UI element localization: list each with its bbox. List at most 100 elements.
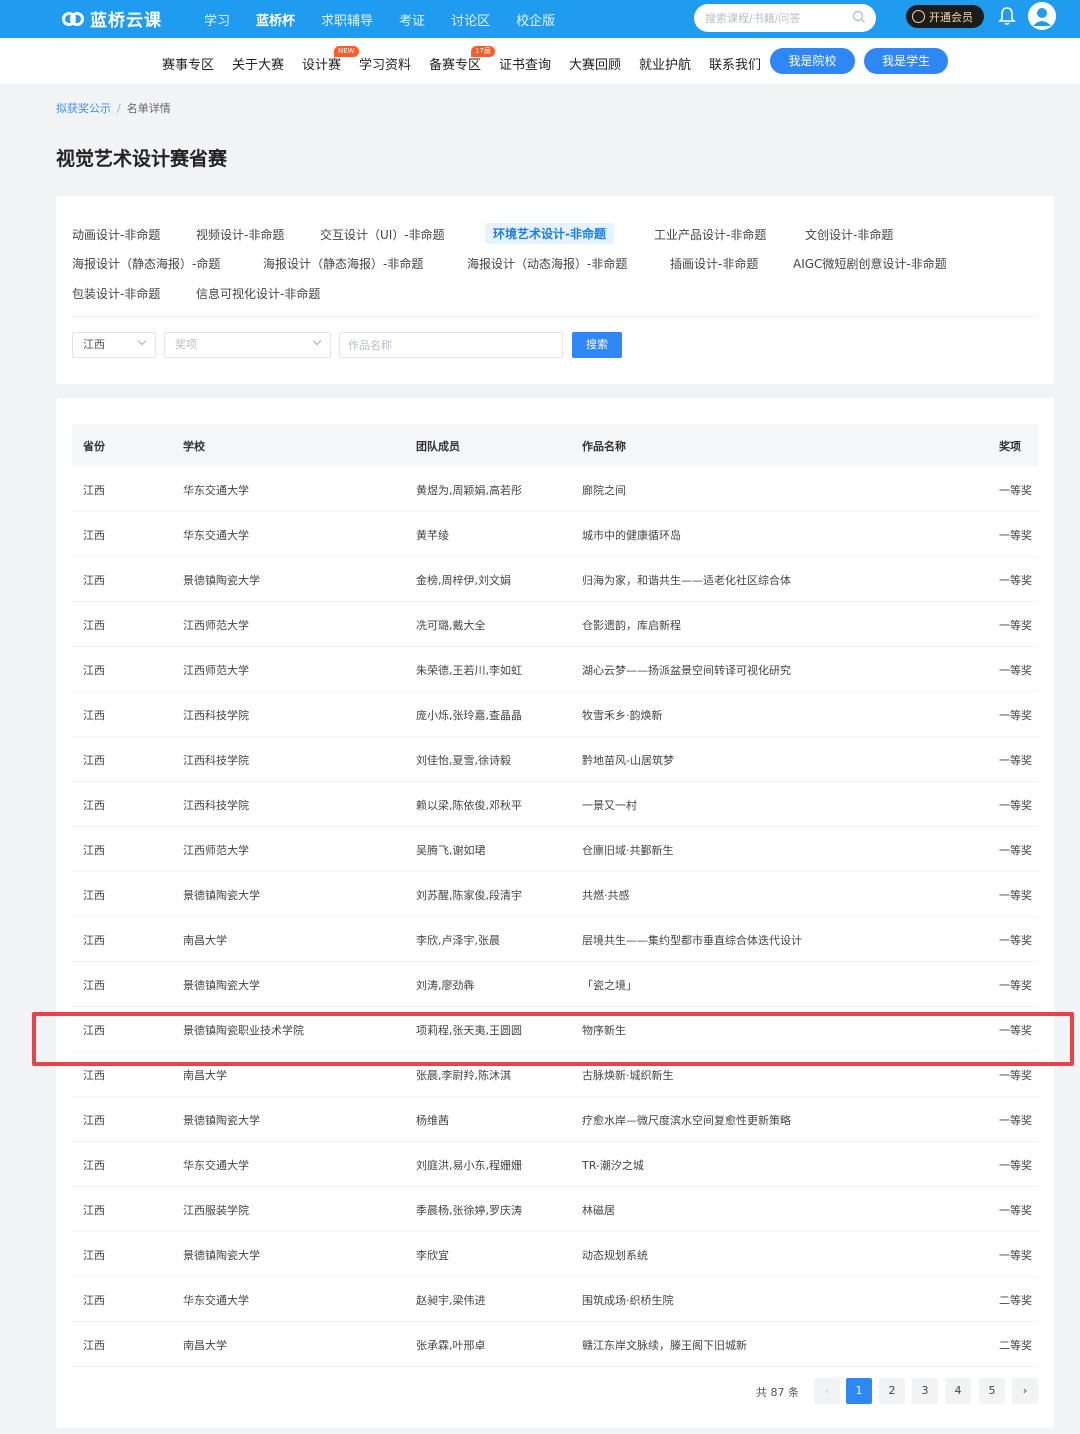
breadcrumb-parent[interactable]: 拟获奖公示 bbox=[56, 102, 111, 115]
header-team: 团队成员 bbox=[416, 440, 460, 453]
cell-award: 一等奖 bbox=[999, 754, 1032, 767]
chevron-down-icon bbox=[312, 336, 322, 346]
table-header: 省份 学校 团队成员 作品名称 奖项 bbox=[72, 424, 1038, 466]
province-select[interactable]: 江西 bbox=[72, 332, 156, 358]
table-row: 江西 景德镇陶瓷大学 李欣宜 动态规划系统 一等奖 bbox=[72, 1232, 1038, 1277]
school-button[interactable]: 我是院校 bbox=[770, 48, 855, 74]
subnav-materials[interactable]: 学习资料 bbox=[359, 54, 411, 73]
award-select-placeholder: 奖项 bbox=[175, 338, 197, 351]
category-tab[interactable]: 包装设计-非命题 bbox=[72, 285, 160, 302]
page-2-button[interactable]: 2 bbox=[879, 1378, 905, 1404]
cell-award: 一等奖 bbox=[999, 529, 1032, 542]
cell-award: 一等奖 bbox=[999, 574, 1032, 587]
page-1-button[interactable]: 1 bbox=[846, 1378, 872, 1404]
cell-team: 李欣宜 bbox=[416, 1249, 449, 1262]
student-button[interactable]: 我是学生 bbox=[864, 48, 948, 74]
cell-team: 朱荣德,王若川,李如虹 bbox=[416, 664, 522, 677]
page-5-button[interactable]: 5 bbox=[979, 1378, 1005, 1404]
subnav-competition-zone[interactable]: 赛事专区 bbox=[162, 54, 214, 73]
work-name-input[interactable] bbox=[339, 332, 563, 358]
table-row: 江西 南昌大学 张晨,李尉羚,陈沐淇 古脉焕新·城织新生 一等奖 bbox=[72, 1052, 1038, 1097]
subnav-about[interactable]: 关于大赛 bbox=[232, 54, 284, 73]
total-count: 共 87 条 bbox=[756, 1386, 799, 1399]
subnav-contact[interactable]: 联系我们 bbox=[709, 54, 761, 73]
table-row: 江西 华东交通大学 黄芊绫 城市中的健康循环岛 一等奖 bbox=[72, 512, 1038, 557]
table-row: 江西 江西科技学院 刘佳怡,夏雪,徐诗毅 黔地苗风-山居筑梦 一等奖 bbox=[72, 737, 1038, 782]
logo[interactable]: 蓝桥云课 bbox=[62, 6, 162, 31]
cell-award: 一等奖 bbox=[999, 1024, 1032, 1037]
top-nav: 学习 蓝桥杯 求职辅导 考证 讨论区 校企版 bbox=[204, 0, 581, 38]
subnav-review[interactable]: 大赛回顾 bbox=[569, 54, 621, 73]
cell-award: 一等奖 bbox=[999, 889, 1032, 902]
cell-province: 江西 bbox=[83, 1159, 105, 1172]
cell-work: 林磁居 bbox=[582, 1204, 615, 1217]
table-row: 江西 景德镇陶瓷职业技术学院 项莉程,张天夷,王圆圆 物序新生 一等奖 bbox=[72, 1007, 1038, 1052]
cell-award: 一等奖 bbox=[999, 619, 1032, 632]
search-button[interactable]: 搜索 bbox=[572, 332, 622, 358]
top-nav-lanqiao-cup[interactable]: 蓝桥杯 bbox=[256, 10, 295, 29]
cell-work: 古脉焕新·城织新生 bbox=[582, 1069, 674, 1082]
cell-team: 杨维茜 bbox=[416, 1114, 449, 1127]
cell-province: 江西 bbox=[83, 934, 105, 947]
category-tab-active[interactable]: 环境艺术设计-非命题 bbox=[485, 223, 614, 244]
cell-school: 江西科技学院 bbox=[183, 709, 249, 722]
award-select[interactable]: 奖项 bbox=[164, 332, 331, 358]
avatar[interactable] bbox=[1028, 2, 1056, 30]
category-tab[interactable]: 工业产品设计-非命题 bbox=[654, 226, 766, 243]
logo-icon bbox=[62, 9, 86, 29]
subnav-prep-zone[interactable]: 备赛专区 17届 bbox=[429, 46, 495, 73]
cell-award: 一等奖 bbox=[999, 934, 1032, 947]
category-tab[interactable]: 信息可视化设计-非命题 bbox=[196, 285, 320, 302]
search-icon[interactable] bbox=[852, 10, 866, 24]
cell-award: 一等奖 bbox=[999, 979, 1032, 992]
category-tab[interactable]: 插画设计-非命题 bbox=[670, 255, 758, 272]
cell-work: 黔地苗风-山居筑梦 bbox=[582, 754, 674, 767]
cell-work: 湖心云梦——扬派盆景空间转译可视化研究 bbox=[582, 664, 791, 677]
cell-province: 江西 bbox=[83, 619, 105, 632]
page-4-button[interactable]: 4 bbox=[945, 1378, 971, 1404]
cell-team: 吴腾飞,谢如珺 bbox=[416, 844, 486, 857]
cell-team: 刘佳怡,夏雪,徐诗毅 bbox=[416, 754, 511, 767]
page-3-button[interactable]: 3 bbox=[912, 1378, 938, 1404]
global-search-input[interactable] bbox=[705, 4, 845, 32]
chevron-down-icon bbox=[137, 336, 147, 346]
global-search bbox=[694, 4, 876, 32]
cell-work: 城市中的健康循环岛 bbox=[582, 529, 681, 542]
category-tab[interactable]: 海报设计（静态海报）-非命题 bbox=[263, 255, 423, 272]
category-tab[interactable]: 动画设计-非命题 bbox=[72, 226, 160, 243]
subnav-design-contest[interactable]: 设计赛 NEW bbox=[302, 46, 359, 73]
cell-award: 一等奖 bbox=[999, 1159, 1032, 1172]
cell-province: 江西 bbox=[83, 1114, 105, 1127]
cell-award: 一等奖 bbox=[999, 484, 1032, 497]
category-tab[interactable]: 海报设计（动态海报）-非命题 bbox=[467, 255, 627, 272]
category-tab[interactable]: 交互设计（UI）-非命题 bbox=[320, 226, 445, 243]
cell-work: 牧雪禾乡·韵焕新 bbox=[582, 709, 663, 722]
table-row: 江西 江西师范大学 朱荣德,王若川,李如虹 湖心云梦——扬派盆景空间转译可视化研究 一等… bbox=[72, 647, 1038, 692]
cell-work: 归海为家，和谐共生——适老化社区综合体 bbox=[582, 574, 791, 587]
table-row: 江西 景德镇陶瓷大学 刘苏醒,陈家俊,段清宇 共燃·共感 一等奖 bbox=[72, 872, 1038, 917]
subnav-employment[interactable]: 就业护航 bbox=[639, 54, 691, 73]
cell-team: 项莉程,张天夷,王圆圆 bbox=[416, 1024, 522, 1037]
top-nav-enterprise[interactable]: 校企版 bbox=[516, 10, 555, 29]
category-tab[interactable]: AIGC微短剧创意设计-非命题 bbox=[793, 255, 947, 272]
top-nav-career[interactable]: 求职辅导 bbox=[321, 10, 373, 29]
cell-work: 共燃·共感 bbox=[582, 889, 630, 902]
cell-province: 江西 bbox=[83, 529, 105, 542]
category-tab[interactable]: 文创设计-非命题 bbox=[805, 226, 893, 243]
cell-school: 江西科技学院 bbox=[183, 754, 249, 767]
top-nav-forum[interactable]: 讨论区 bbox=[451, 10, 490, 29]
cell-award: 一等奖 bbox=[999, 664, 1032, 677]
top-nav-certification[interactable]: 考证 bbox=[399, 10, 425, 29]
next-page-button[interactable]: › bbox=[1012, 1378, 1038, 1404]
bell-icon[interactable] bbox=[998, 6, 1016, 26]
vip-button[interactable]: 开通会员 bbox=[906, 5, 984, 28]
filter-card: 动画设计-非命题 视频设计-非命题 交互设计（UI）-非命题 环境艺术设计-非命… bbox=[56, 196, 1054, 384]
category-tab[interactable]: 海报设计（静态海报）-命题 bbox=[72, 255, 220, 272]
category-tab[interactable]: 视频设计-非命题 bbox=[196, 226, 284, 243]
top-nav-study[interactable]: 学习 bbox=[204, 10, 230, 29]
subnav-certificate[interactable]: 证书查询 bbox=[499, 54, 551, 73]
cell-school: 南昌大学 bbox=[183, 1339, 227, 1352]
prev-page-button[interactable]: ‹ bbox=[814, 1378, 840, 1404]
cell-team: 赵昶宇,梁伟进 bbox=[416, 1294, 486, 1307]
cell-province: 江西 bbox=[83, 799, 105, 812]
